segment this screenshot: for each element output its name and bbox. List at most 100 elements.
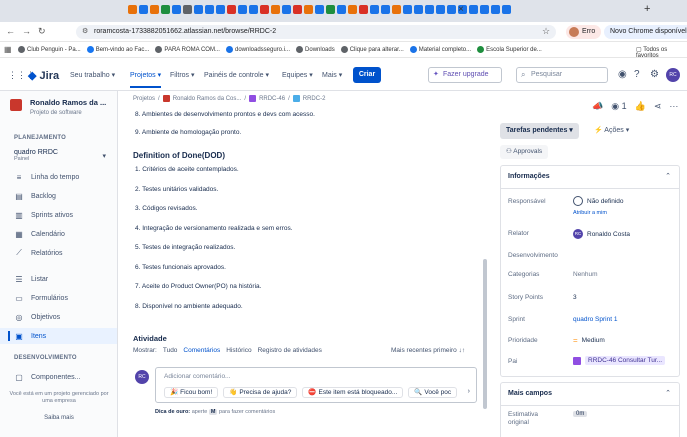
bookmark-item[interactable]: Clique para alterar... <box>340 46 404 53</box>
bookmark-item[interactable]: downloadsseguro.i... <box>225 46 290 53</box>
tab-favicon[interactable] <box>491 5 500 14</box>
tab-favicon[interactable] <box>172 5 181 14</box>
quick-reply-chip[interactable]: ⛔ Este item está bloqueado... <box>302 387 404 398</box>
categories-value[interactable]: Nenhum <box>573 271 598 278</box>
tab-favicon[interactable] <box>227 5 236 14</box>
filter-all[interactable]: Tudo <box>163 347 178 354</box>
status-button[interactable]: Tarefas pendentes ▾ <box>500 123 579 139</box>
tab-favicon[interactable] <box>139 5 148 14</box>
chevron-right-icon[interactable]: › <box>468 388 470 395</box>
comment-box[interactable]: Adicionar comentário... 🎉 Ficou bom! 👋 Prec… <box>155 367 477 403</box>
original-estimate-value[interactable]: 0m <box>573 411 588 417</box>
search-input[interactable]: Pesquisar <box>516 67 608 83</box>
tab-favicon[interactable] <box>150 5 159 14</box>
feedback-icon[interactable]: 📣 <box>592 101 603 112</box>
jira-logo[interactable]: ◆ Jira <box>28 69 59 82</box>
bookmark-item[interactable]: Escola Superior de... <box>477 46 542 53</box>
tab-favicon[interactable] <box>183 5 192 14</box>
new-tab-icon[interactable]: + <box>644 3 650 15</box>
upgrade-button[interactable]: Fazer upgrade <box>428 67 502 83</box>
update-chrome-button[interactable]: Novo Chrome disponível <box>604 25 687 39</box>
tab-favicon[interactable] <box>271 5 280 14</box>
tab-favicon[interactable] <box>447 5 456 14</box>
tab-favicon[interactable] <box>205 5 214 14</box>
breadcrumb-item[interactable]: Ronaldo Ramos da Cos... <box>173 96 242 102</box>
help-icon[interactable]: ? <box>634 69 640 80</box>
create-button[interactable]: Criar <box>353 67 381 83</box>
tab-favicon[interactable] <box>304 5 313 14</box>
tab-favicon[interactable] <box>216 5 225 14</box>
tab-favicon[interactable] <box>161 5 170 14</box>
tab-favicons[interactable] <box>128 5 511 14</box>
filter-history[interactable]: Histórico <box>226 347 251 354</box>
tab-favicon[interactable] <box>238 5 247 14</box>
reload-icon[interactable]: ↻ <box>38 26 46 37</box>
like-icon[interactable]: 👍 <box>635 101 646 112</box>
board-selector[interactable]: quadro RRDC Painel ▾ <box>14 149 110 162</box>
chevron-up-icon[interactable]: ⌃ <box>665 389 671 397</box>
bookmark-item[interactable]: Club Penguin - Pa... <box>18 46 81 53</box>
sidebar-item[interactable]: ▤ Backlog <box>14 188 114 204</box>
bookmark-star-icon[interactable]: ☆ <box>542 26 550 37</box>
assign-to-me-link[interactable]: Atribuir a mim <box>573 210 607 216</box>
tab-favicon[interactable] <box>502 5 511 14</box>
breadcrumb-item[interactable]: Projetos <box>133 96 155 102</box>
bookmark-item[interactable]: Material completo... <box>409 46 471 53</box>
bookmark-item[interactable]: PARA ROMA COM... <box>155 46 220 53</box>
tab-favicon[interactable] <box>282 5 291 14</box>
tab-favicon[interactable] <box>293 5 302 14</box>
scrollbar[interactable] <box>483 259 487 409</box>
filter-worklog[interactable]: Registro de atividades <box>258 347 322 354</box>
nav-teams[interactable]: Equipes ▾ <box>282 71 313 79</box>
priority-value[interactable]: = Medium <box>573 336 605 345</box>
user-avatar[interactable]: RC <box>666 68 680 82</box>
settings-gear-icon[interactable]: ⚙ <box>650 69 659 80</box>
profile-button[interactable]: Erro <box>566 25 602 39</box>
share-icon[interactable]: ⋖ <box>654 101 662 112</box>
sidebar-item[interactable]: ▢ Componentes... <box>14 369 114 385</box>
watch-button[interactable]: ◉ 1 <box>611 101 626 112</box>
breadcrumb-item[interactable]: RRDC-46 <box>259 96 285 102</box>
back-icon[interactable]: ← <box>6 26 15 36</box>
reporter-value[interactable]: RC Ronaldo Costa <box>573 229 630 239</box>
nav-more[interactable]: Mais ▾ <box>322 71 342 79</box>
sidebar-item[interactable]: ▭ Formulários <box>14 290 114 306</box>
sidebar-item[interactable]: ◎ Objetivos <box>14 309 114 325</box>
bookmark-item[interactable]: Downloads <box>296 46 335 53</box>
quick-reply-chip[interactable]: 🎉 Ficou bom! <box>164 387 219 398</box>
assignee-value[interactable]: Não definido <box>573 196 624 206</box>
tab-favicon[interactable] <box>249 5 258 14</box>
sidebar-item[interactable]: ▦ Calendário <box>14 226 114 242</box>
notifications-icon[interactable]: ◉ <box>618 69 627 80</box>
nav-dashboards[interactable]: Painéis de controle ▾ <box>204 71 269 79</box>
tab-favicon[interactable] <box>469 5 478 14</box>
tab-favicon[interactable] <box>194 5 203 14</box>
sort-button[interactable]: Mais recentes primeiro ↓↑ <box>391 347 465 354</box>
story-points-value[interactable]: 3 <box>573 294 577 301</box>
quick-reply-chip[interactable]: 🔍 Você poc <box>408 387 458 398</box>
filter-comments[interactable]: Comentários <box>183 347 220 354</box>
more-actions-icon[interactable]: ··· <box>669 101 678 112</box>
tab-favicon[interactable] <box>359 5 368 14</box>
all-bookmarks[interactable]: ▢ Todos os favoritos <box>636 46 687 59</box>
close-tab-icon[interactable]: × <box>458 4 464 15</box>
tab-favicon[interactable] <box>403 5 412 14</box>
tab-favicon[interactable] <box>425 5 434 14</box>
chevron-up-icon[interactable]: ⌃ <box>665 172 671 180</box>
sidebar-item[interactable]: ▥ Sprints ativos <box>14 207 114 223</box>
sidebar-item[interactable]: ⟋ Relatórios <box>14 245 114 261</box>
tab-favicon[interactable] <box>480 5 489 14</box>
sidebar-item[interactable]: ☰ Listar <box>14 271 114 287</box>
nav-filters[interactable]: Filtros ▾ <box>170 71 195 79</box>
quick-reply-chip[interactable]: 👋 Precisa de ajuda? <box>223 387 298 398</box>
sprint-value[interactable]: quadro Sprint 1 <box>573 316 617 323</box>
nav-projects[interactable]: Projetos ▾ <box>130 71 162 88</box>
tab-favicon[interactable] <box>326 5 335 14</box>
breadcrumb-item[interactable]: RRDC-2 <box>303 96 326 102</box>
tab-favicon[interactable] <box>260 5 269 14</box>
site-info-icon[interactable]: ⚙ <box>82 25 88 39</box>
bookmark-item[interactable]: Bem-vindo ao Fac... <box>86 46 149 53</box>
tab-favicon[interactable] <box>370 5 379 14</box>
learn-more-link[interactable]: Saiba mais <box>0 415 118 421</box>
forward-icon[interactable]: → <box>22 26 31 36</box>
